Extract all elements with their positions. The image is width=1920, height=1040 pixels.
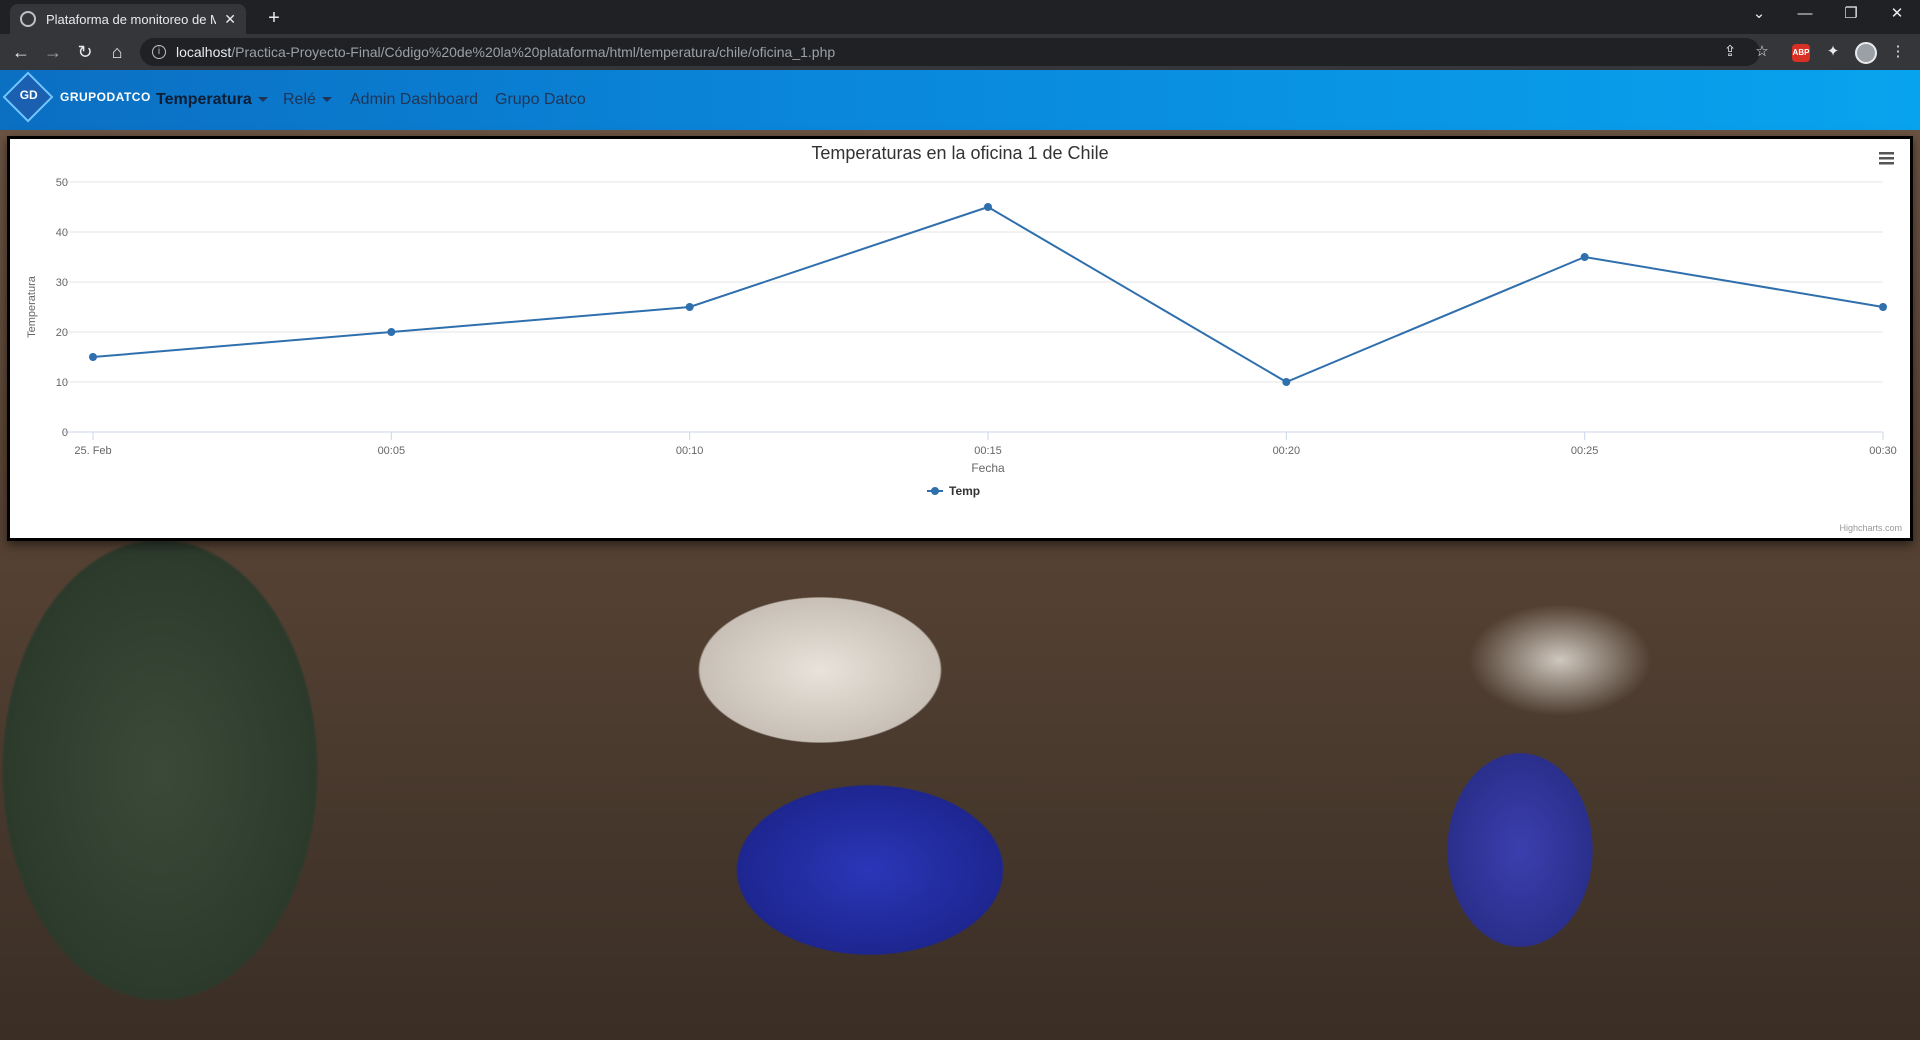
chart-title: Temperaturas en la oficina 1 de Chile [811,143,1108,163]
adblock-extension-icon[interactable]: ABP [1792,44,1810,62]
x-tick-label: 00:10 [676,445,704,457]
close-tab-icon[interactable]: ✕ [224,11,236,28]
data-point [984,203,992,211]
globe-icon [20,11,36,27]
browser-tab-bar: Plataforma de monitoreo de MQ ✕ + ⌄ — ❐ … [0,0,1920,34]
browser-tab[interactable]: Plataforma de monitoreo de MQ ✕ [10,4,246,34]
y-axis-title: Temperatura [26,275,38,338]
x-tick-label: 00:15 [974,445,1002,457]
chevron-down-icon [321,97,332,103]
series-line-temp [92,205,1884,384]
back-icon[interactable]: ← [8,39,34,65]
chart-canvas: Temperaturas en la oficina 1 de Chile 0 10… [26,143,1902,533]
home-icon[interactable]: ⌂ [104,39,130,65]
browser-toolbar: ← → ↻ ⌂ i localhost/Practica-Proyecto-Fi… [0,34,1920,70]
y-tick-label: 30 [56,277,68,289]
x-tick-label: 00:25 [1571,445,1599,457]
site-navbar: GD GRUPODATCO Temperatura Relé Admin Das… [0,70,1920,130]
chevron-down-icon [257,97,268,103]
y-tick-label: 0 [62,427,68,439]
nav-temperatura-label: Temperatura [156,91,252,108]
y-tick-label: 10 [56,377,68,389]
nav-rele-label: Relé [283,91,316,108]
minimize-button[interactable]: — [1782,0,1828,30]
tab-title: Plataforma de monitoreo de MQ [46,11,217,27]
data-point [387,328,396,336]
grupo-datco-logo: GD [2,71,54,123]
nav-admin-dashboard[interactable]: Admin Dashboard [350,91,478,109]
y-tick-label: 50 [56,177,68,189]
data-point [1282,378,1291,386]
url-host: localhost [176,44,232,60]
url-path: /Practica-Proyecto-Final/Código%20de%20l… [231,44,836,60]
data-point [685,303,694,311]
tab-search-icon[interactable]: ⌄ [1736,0,1782,30]
reload-icon[interactable]: ↻ [72,39,98,65]
extensions-puzzle-icon[interactable]: ✦ [1823,42,1843,62]
restore-button[interactable]: ❐ [1828,0,1874,30]
close-window-button[interactable]: ✕ [1874,0,1920,30]
logo-text: GD [19,87,38,102]
bookmark-star-icon[interactable]: ☆ [1752,42,1772,62]
x-tick-label: 00:05 [378,445,406,457]
chart-menu-icon[interactable] [1879,152,1894,165]
data-point [1580,253,1589,261]
data-point [89,353,97,361]
y-tick-label: 40 [56,227,68,239]
nav-admin-dashboard-label: Admin Dashboard [350,91,479,108]
data-point [1879,303,1887,311]
nav-grupo-datco-label: Grupo Datco [495,91,586,108]
x-tick-label: 00:30 [1869,445,1897,457]
profile-avatar[interactable] [1855,42,1877,64]
temperature-chart: Temperaturas en la oficina 1 de Chile 0 10… [7,136,1913,541]
y-tick-label: 20 [56,327,68,339]
nav-temperatura[interactable]: Temperatura [156,91,268,109]
forward-icon[interactable]: → [40,39,66,65]
page-content: GD GRUPODATCO Temperatura Relé Admin Das… [0,70,1920,1040]
site-info-icon[interactable]: i [152,45,166,59]
nav-rele[interactable]: Relé [283,91,332,109]
browser-menu-icon[interactable]: ⋮ [1888,42,1908,62]
legend-item-temp[interactable]: Temp [949,484,980,498]
nav-grupo-datco[interactable]: Grupo Datco [495,91,586,109]
x-tick-label: 00:20 [1273,445,1301,457]
legend-marker [931,487,939,495]
x-axis-title: Fecha [971,461,1005,475]
share-icon[interactable]: ⇪ [1720,42,1740,62]
highcharts-credits: Highcharts.com [1839,523,1902,533]
address-bar[interactable]: i localhost/Practica-Proyecto-Final/Códi… [140,38,1760,66]
brand[interactable]: GD GRUPODATCO [2,71,151,123]
x-tick-label: 25. Feb [74,445,111,457]
brand-text: GRUPODATCO [60,90,151,104]
new-tab-button[interactable]: + [260,4,288,32]
